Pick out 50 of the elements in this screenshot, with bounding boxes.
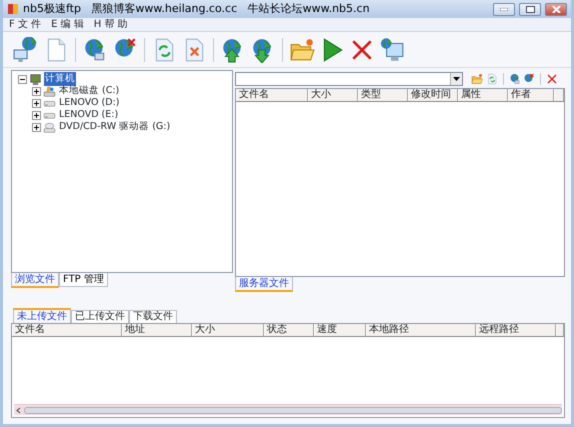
expand-toggle[interactable]	[32, 110, 41, 120]
tab[interactable]: 已上传文件	[71, 310, 129, 323]
path-dropdown[interactable]	[235, 72, 463, 86]
column-header[interactable]: 作者	[508, 89, 554, 101]
globe-icon[interactable]	[508, 73, 520, 85]
expand-toggle[interactable]	[32, 98, 41, 108]
tree-item[interactable]: LENOVD (E:)	[58, 108, 120, 122]
tree-item[interactable]: DVD/CD-RW 驱动器 (G:)	[58, 120, 172, 134]
cross-icon[interactable]	[546, 73, 558, 85]
menu-item[interactable]: H 帮 助	[92, 18, 136, 31]
menu-item[interactable]: E 编 辑	[49, 18, 92, 31]
tab[interactable]: 服务器文件	[235, 277, 293, 292]
column-header[interactable]: 状态	[264, 324, 314, 336]
column-header[interactable]: 地址	[122, 324, 192, 336]
dropdown-arrow-icon	[453, 77, 460, 81]
menu-item[interactable]: F 文 件	[7, 18, 50, 31]
tree-item[interactable]: 计算机	[44, 72, 76, 86]
monitor-globe-icon[interactable]	[379, 36, 405, 62]
collapse-toggle[interactable]	[18, 74, 27, 84]
globe-monitor-icon[interactable]	[13, 36, 39, 62]
horizontal-scrollbar[interactable]	[14, 404, 562, 415]
column-header[interactable]: 属性	[458, 89, 508, 101]
computer-icon	[29, 72, 42, 86]
tab[interactable]: 浏览文件	[11, 273, 59, 288]
minimize-icon	[500, 8, 508, 10]
close-button[interactable]	[545, 2, 567, 16]
folder-icon[interactable]	[289, 36, 315, 62]
column-header[interactable]: 大小	[192, 324, 264, 336]
tab[interactable]: FTP 管理	[59, 273, 108, 287]
cd-drive-icon	[43, 120, 56, 134]
column-header[interactable]: 本地路径	[366, 324, 476, 336]
column-header[interactable]: 修改时间	[408, 89, 458, 101]
app-icon	[7, 2, 19, 15]
window-title: nb5极速ftp 黑狼博客www.heilang.co.cc 牛站长论坛www.nb5.cn	[23, 0, 370, 17]
close-icon	[552, 6, 560, 12]
column-header[interactable]: 大小	[308, 89, 358, 101]
tree-item[interactable]: LENOVO (D:)	[58, 96, 120, 110]
maximize-button[interactable]	[519, 2, 541, 16]
expand-toggle[interactable]	[32, 122, 41, 132]
column-header[interactable]: 远程路径	[476, 324, 556, 336]
tab[interactable]: 未上传文件	[13, 308, 71, 323]
globe-x-icon[interactable]	[523, 73, 536, 85]
maximize-icon	[526, 6, 534, 12]
expand-toggle[interactable]	[32, 86, 41, 96]
tree-item[interactable]: 本地磁盘 (C:)	[58, 84, 120, 98]
folder-icon[interactable]	[471, 73, 484, 85]
hard-disk-icon	[43, 84, 56, 98]
tab[interactable]: 下载文件	[129, 310, 177, 323]
refresh-icon[interactable]	[486, 73, 498, 85]
column-header[interactable]: 类型	[358, 89, 408, 101]
